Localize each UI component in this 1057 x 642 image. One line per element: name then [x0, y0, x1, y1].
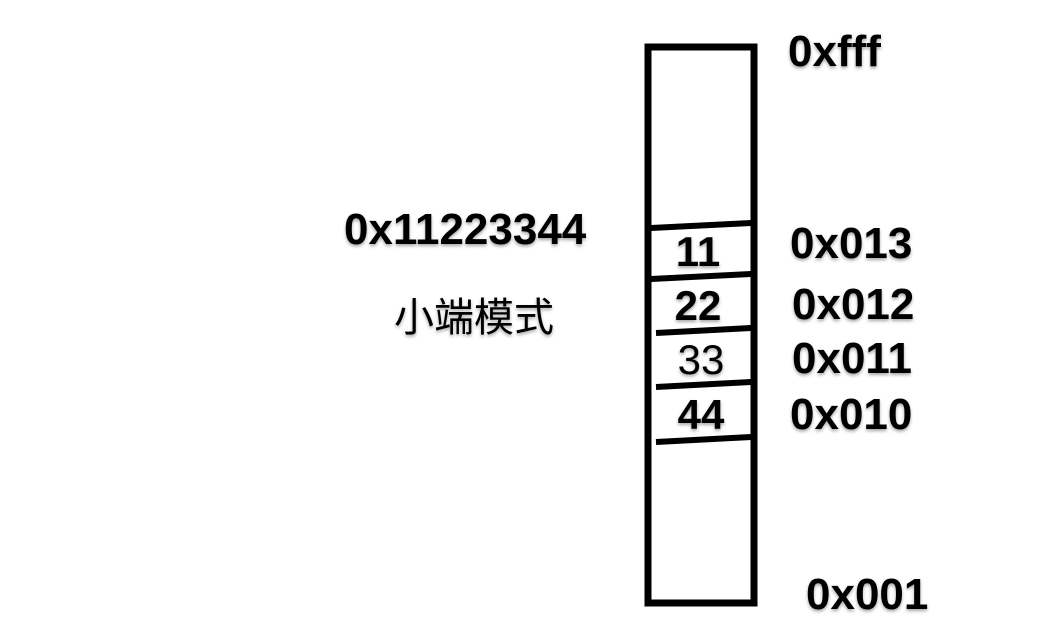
cell-byte: 44 — [677, 391, 725, 438]
cell-address: 0x011 — [792, 334, 912, 383]
bottom-address-label: 0x001 — [806, 570, 929, 619]
value-label: 0x11223344 — [344, 205, 587, 254]
cell-byte: 11 — [675, 228, 721, 275]
cell-address: 0x012 — [792, 280, 915, 329]
cell-address: 0x013 — [790, 219, 913, 268]
cell-byte: 22 — [674, 282, 722, 329]
cell-address: 0x010 — [790, 390, 913, 439]
memory-diagram: 0x11223344 小端模式 0xfff 0x001 11 22 33 44 … — [0, 0, 1057, 642]
cell-byte: 33 — [677, 336, 725, 383]
top-address-label: 0xfff — [788, 27, 881, 76]
mode-label: 小端模式 — [394, 295, 554, 341]
